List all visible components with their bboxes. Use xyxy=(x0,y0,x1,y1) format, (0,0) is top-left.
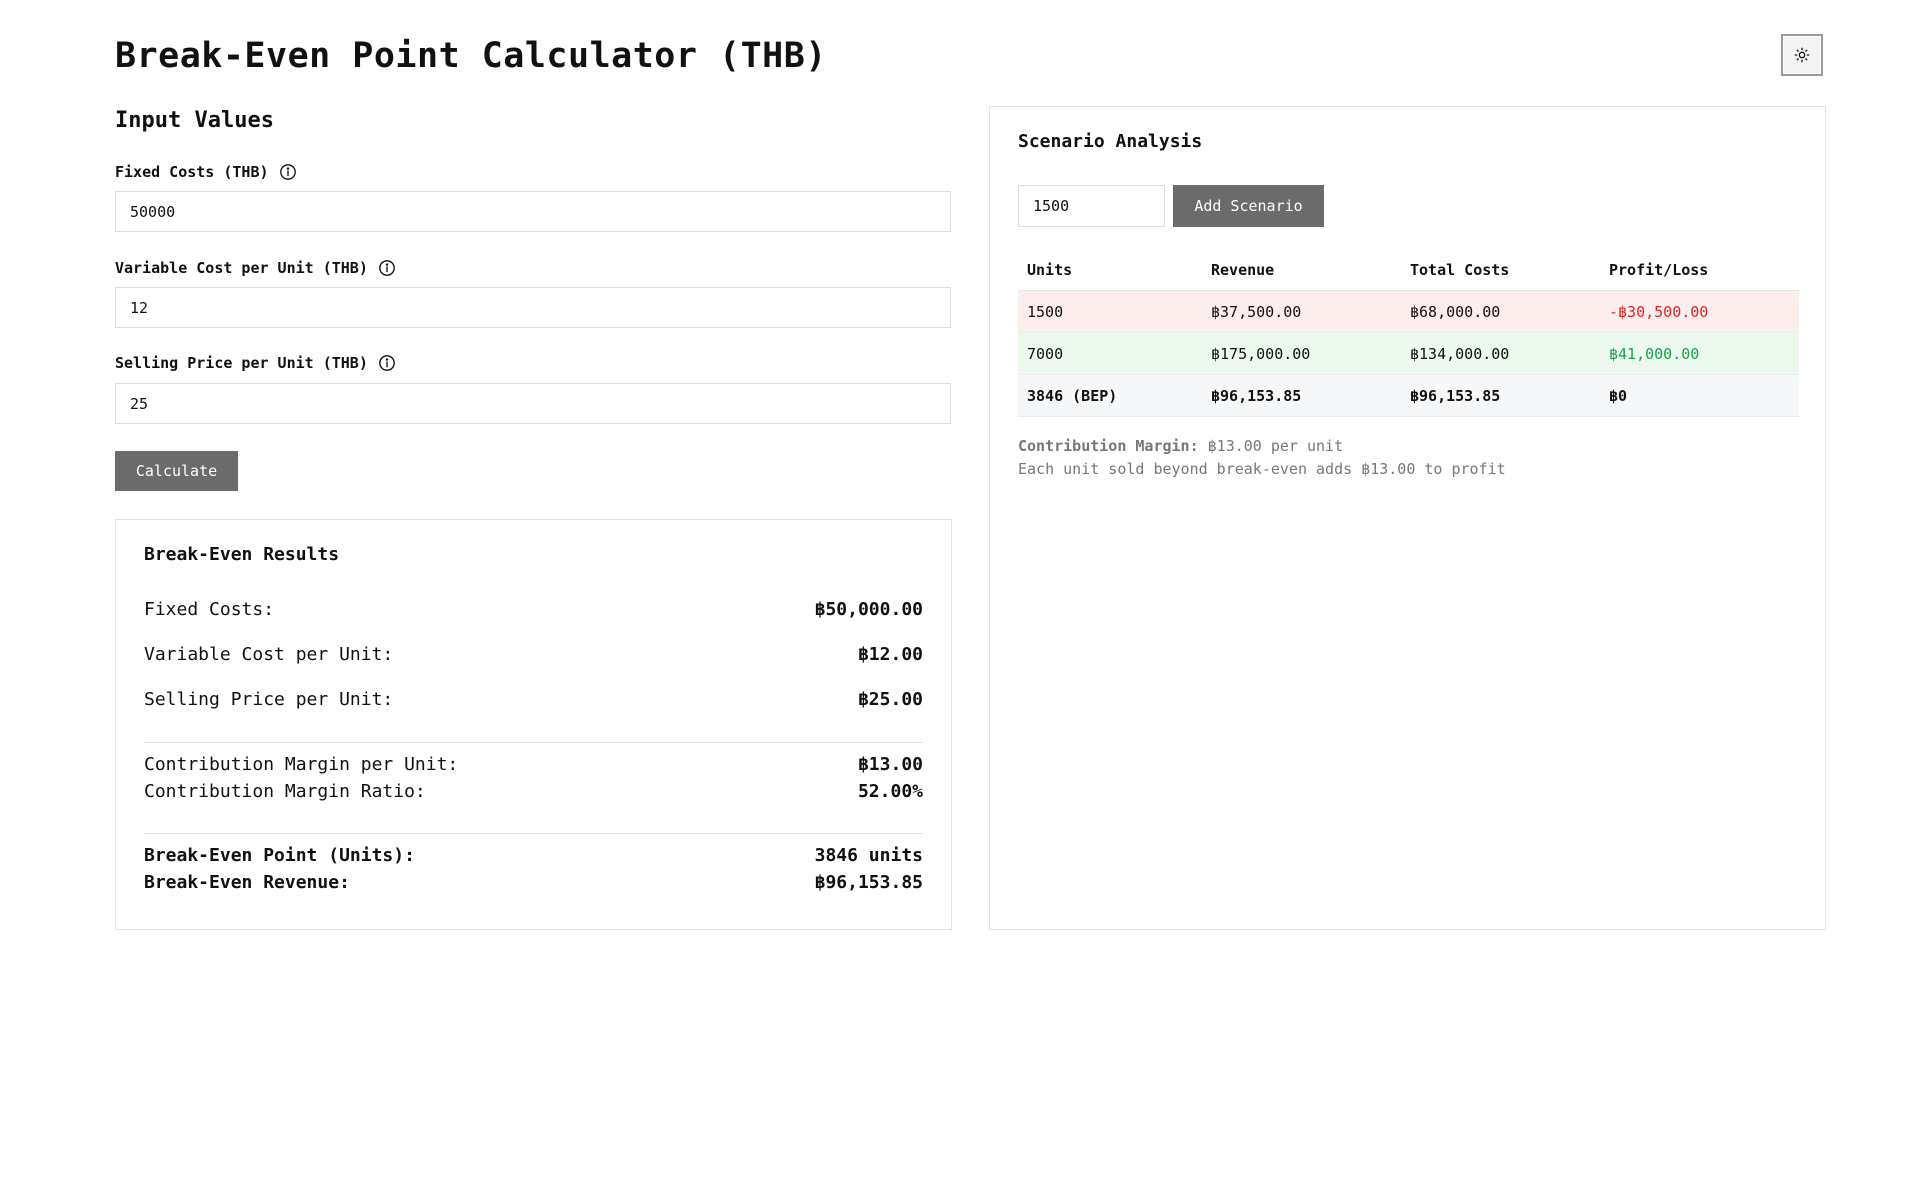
divider xyxy=(144,742,923,743)
scenario-units-input[interactable] xyxy=(1018,185,1165,227)
scenario-title: Scenario Analysis xyxy=(1018,131,1203,152)
sun-icon xyxy=(1794,47,1810,63)
result-label: Break-Even Revenue: xyxy=(144,872,350,893)
calculate-button[interactable]: Calculate xyxy=(115,451,238,491)
scenario-analysis-card: Scenario Analysis Add Scenario Units Rev… xyxy=(989,106,1826,930)
table-row-bep: 3846 (BEP) ฿96,153.85 ฿96,153.85 ฿0 xyxy=(1018,374,1799,417)
result-value: ฿96,153.85 xyxy=(814,872,923,893)
info-icon[interactable] xyxy=(378,259,396,277)
cell-profit-loss: -฿30,500.00 xyxy=(1600,290,1799,333)
cell-revenue: ฿175,000.00 xyxy=(1202,332,1401,375)
result-selling-price: Selling Price per Unit: ฿25.00 xyxy=(144,689,923,710)
cell-profit-loss: ฿0 xyxy=(1600,374,1799,417)
result-value: 3846 units xyxy=(814,845,923,866)
fixed-costs-label: Fixed Costs (THB) xyxy=(115,162,297,182)
fixed-costs-label-text: Fixed Costs (THB) xyxy=(115,163,269,181)
page: Break-Even Point Calculator (THB) Input … xyxy=(0,0,1920,1200)
table-header-row: Units Revenue Total Costs Profit/Loss xyxy=(1018,250,1799,291)
column-header-revenue: Revenue xyxy=(1202,250,1401,291)
result-value: 52.00% xyxy=(857,781,923,802)
selling-price-input[interactable] xyxy=(115,383,951,424)
result-label: Break-Even Point (Units): xyxy=(144,845,415,866)
variable-cost-label-text: Variable Cost per Unit (THB) xyxy=(115,259,368,277)
column-header-total-costs: Total Costs xyxy=(1401,250,1600,291)
selling-price-label: Selling Price per Unit (THB) xyxy=(115,353,396,373)
result-bep-revenue: Break-Even Revenue: ฿96,153.85 xyxy=(144,872,923,893)
page-title: Break-Even Point Calculator (THB) xyxy=(115,36,827,76)
results-title: Break-Even Results xyxy=(144,544,340,565)
cell-units: 3846 (BEP) xyxy=(1018,374,1202,417)
break-even-results-card: Break-Even Results Fixed Costs: ฿50,000.… xyxy=(115,519,952,930)
info-icon[interactable] xyxy=(279,163,297,181)
note-line-1: Contribution Margin: ฿13.00 per unit xyxy=(1018,435,1506,458)
input-values-heading: Input Values xyxy=(115,108,274,133)
result-variable-cost: Variable Cost per Unit: ฿12.00 xyxy=(144,644,923,665)
column-header-profit-loss: Profit/Loss xyxy=(1600,250,1799,291)
cell-revenue: ฿96,153.85 xyxy=(1202,374,1401,417)
note-line-2: Each unit sold beyond break-even adds ฿1… xyxy=(1018,460,1506,478)
result-cm-unit: Contribution Margin per Unit: ฿13.00 xyxy=(144,754,923,775)
table-row: 7000 ฿175,000.00 ฿134,000.00 ฿41,000.00 xyxy=(1018,332,1799,375)
cell-total-costs: ฿96,153.85 xyxy=(1401,374,1600,417)
selling-price-label-text: Selling Price per Unit (THB) xyxy=(115,354,368,372)
cell-total-costs: ฿68,000.00 xyxy=(1401,290,1600,333)
result-label: Fixed Costs: xyxy=(144,599,275,620)
cell-revenue: ฿37,500.00 xyxy=(1202,290,1401,333)
divider xyxy=(144,833,923,834)
table-row: 1500 ฿37,500.00 ฿68,000.00 -฿30,500.00 xyxy=(1018,290,1799,333)
result-cm-ratio: Contribution Margin Ratio: 52.00% xyxy=(144,781,923,802)
result-value: ฿50,000.00 xyxy=(814,599,923,620)
result-label: Selling Price per Unit: xyxy=(144,689,394,710)
result-label: Contribution Margin per Unit: xyxy=(144,754,459,775)
result-value: ฿12.00 xyxy=(857,644,923,665)
add-scenario-button[interactable]: Add Scenario xyxy=(1173,185,1324,227)
column-header-units: Units xyxy=(1018,250,1202,291)
cell-profit-loss: ฿41,000.00 xyxy=(1600,332,1799,375)
info-icon[interactable] xyxy=(378,354,396,372)
result-value: ฿13.00 xyxy=(857,754,923,775)
result-value: ฿25.00 xyxy=(857,689,923,710)
result-label: Contribution Margin Ratio: xyxy=(144,781,426,802)
cell-units: 7000 xyxy=(1018,332,1202,375)
cell-units: 1500 xyxy=(1018,290,1202,333)
note-label: Contribution Margin: xyxy=(1018,437,1199,455)
theme-toggle-button[interactable] xyxy=(1781,34,1823,76)
result-label: Variable Cost per Unit: xyxy=(144,644,394,665)
note-value: ฿13.00 per unit xyxy=(1207,437,1344,455)
result-fixed-costs: Fixed Costs: ฿50,000.00 xyxy=(144,599,923,620)
contribution-margin-note: Contribution Margin: ฿13.00 per unit Eac… xyxy=(1018,435,1506,481)
variable-cost-label: Variable Cost per Unit (THB) xyxy=(115,258,396,278)
cell-total-costs: ฿134,000.00 xyxy=(1401,332,1600,375)
scenario-table: Units Revenue Total Costs Profit/Loss 15… xyxy=(1018,250,1799,417)
fixed-costs-input[interactable] xyxy=(115,191,951,232)
result-bep-units: Break-Even Point (Units): 3846 units xyxy=(144,845,923,866)
variable-cost-input[interactable] xyxy=(115,287,951,328)
